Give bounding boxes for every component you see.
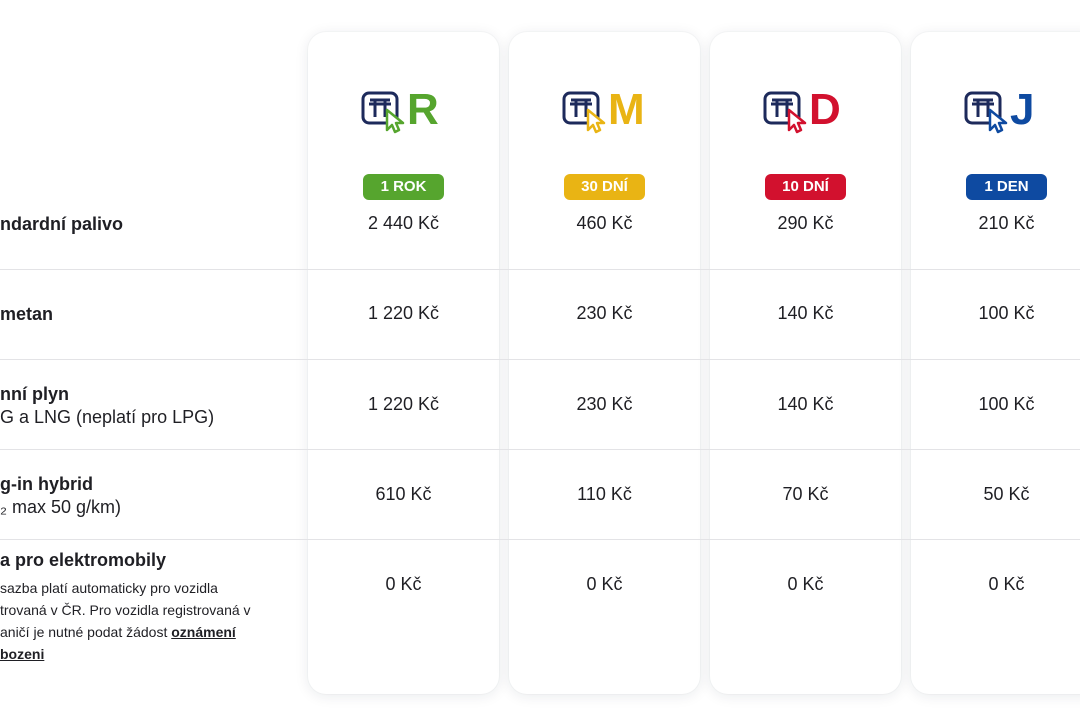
plan-logo: J — [911, 85, 1080, 134]
plan-letter: D — [809, 85, 841, 134]
row-subtitle: ₂ max 50 g/km) — [0, 497, 122, 517]
row-label-standard: ndardní palivo — [0, 213, 300, 235]
row-title: metan — [0, 304, 54, 324]
price-cell: 110 Kč — [577, 484, 632, 504]
price-cell: 290 Kč — [777, 213, 834, 233]
price-cell: 230 Kč — [576, 303, 633, 323]
price-cell: 70 Kč — [782, 484, 829, 504]
plan-logo: R — [308, 85, 499, 134]
price-cell: 100 Kč — [978, 303, 1035, 323]
row-subtitle: G a LNG (neplatí pro LPG) — [0, 407, 215, 427]
price-cell: 230 Kč — [576, 394, 633, 414]
plan-logo: M — [509, 85, 700, 134]
plan-badge: 30 DNÍ — [564, 174, 645, 200]
price-cell: 460 Kč — [576, 213, 633, 233]
price-cell: 0 Kč — [385, 574, 422, 594]
plan-badge: 1 ROK — [363, 174, 444, 200]
row-title: ndardní palivo — [0, 214, 124, 234]
pricing-table: R 1 ROK M 30 DNÍ D 10 DNÍ J 1 DEN ndardn… — [0, 0, 1080, 720]
row-label-hybrid: g-in hybrid ₂ max 50 g/km) — [0, 473, 300, 518]
row-title: g-in hybrid — [0, 474, 93, 494]
row-divider — [0, 449, 1080, 450]
plan-letter: M — [608, 85, 645, 134]
row-title: a pro elektromobily — [0, 550, 167, 570]
highway-cursor-icon — [964, 91, 1008, 134]
electric-note: sazba platí automaticky pro vozidla trov… — [0, 577, 290, 665]
price-cell: 0 Kč — [988, 574, 1025, 594]
highway-cursor-icon — [562, 91, 606, 134]
highway-cursor-icon — [763, 91, 807, 134]
note-text: sazba platí automaticky pro vozidla — [0, 580, 218, 596]
row-label-cng: metan — [0, 303, 300, 325]
price-cell: 50 Kč — [983, 484, 1030, 504]
price-cell: 610 Kč — [375, 484, 432, 504]
plan-letter: J — [1010, 85, 1035, 134]
price-cell: 100 Kč — [978, 394, 1035, 414]
row-divider — [0, 359, 1080, 360]
row-label-gas: nní plyn G a LNG (neplatí pro LPG) — [0, 383, 300, 428]
notice-link[interactable]: oznámení — [171, 624, 236, 640]
price-cell: 140 Kč — [777, 394, 834, 414]
price-cell: 210 Kč — [978, 213, 1035, 233]
row-label-electric: a pro elektromobily sazba platí automati… — [0, 549, 290, 665]
plan-badge: 1 DEN — [966, 174, 1047, 200]
price-cell: 0 Kč — [586, 574, 623, 594]
row-divider — [0, 269, 1080, 270]
price-cell: 0 Kč — [787, 574, 824, 594]
row-title: nní plyn — [0, 384, 69, 404]
plan-badge: 10 DNÍ — [765, 174, 846, 200]
note-text: trovaná v ČR. Pro vozidla registrovaná v — [0, 602, 251, 618]
row-divider — [0, 539, 1080, 540]
price-cell: 1 220 Kč — [367, 394, 440, 414]
price-cell: 140 Kč — [777, 303, 834, 323]
exemption-link[interactable]: bozeni — [0, 646, 44, 662]
highway-cursor-icon — [361, 91, 405, 134]
price-cell: 2 440 Kč — [367, 213, 440, 233]
note-text: aničí je nutné podat žádost — [0, 624, 172, 640]
plan-letter: R — [407, 85, 439, 134]
price-cell: 1 220 Kč — [367, 303, 440, 323]
plan-logo: D — [710, 85, 901, 134]
